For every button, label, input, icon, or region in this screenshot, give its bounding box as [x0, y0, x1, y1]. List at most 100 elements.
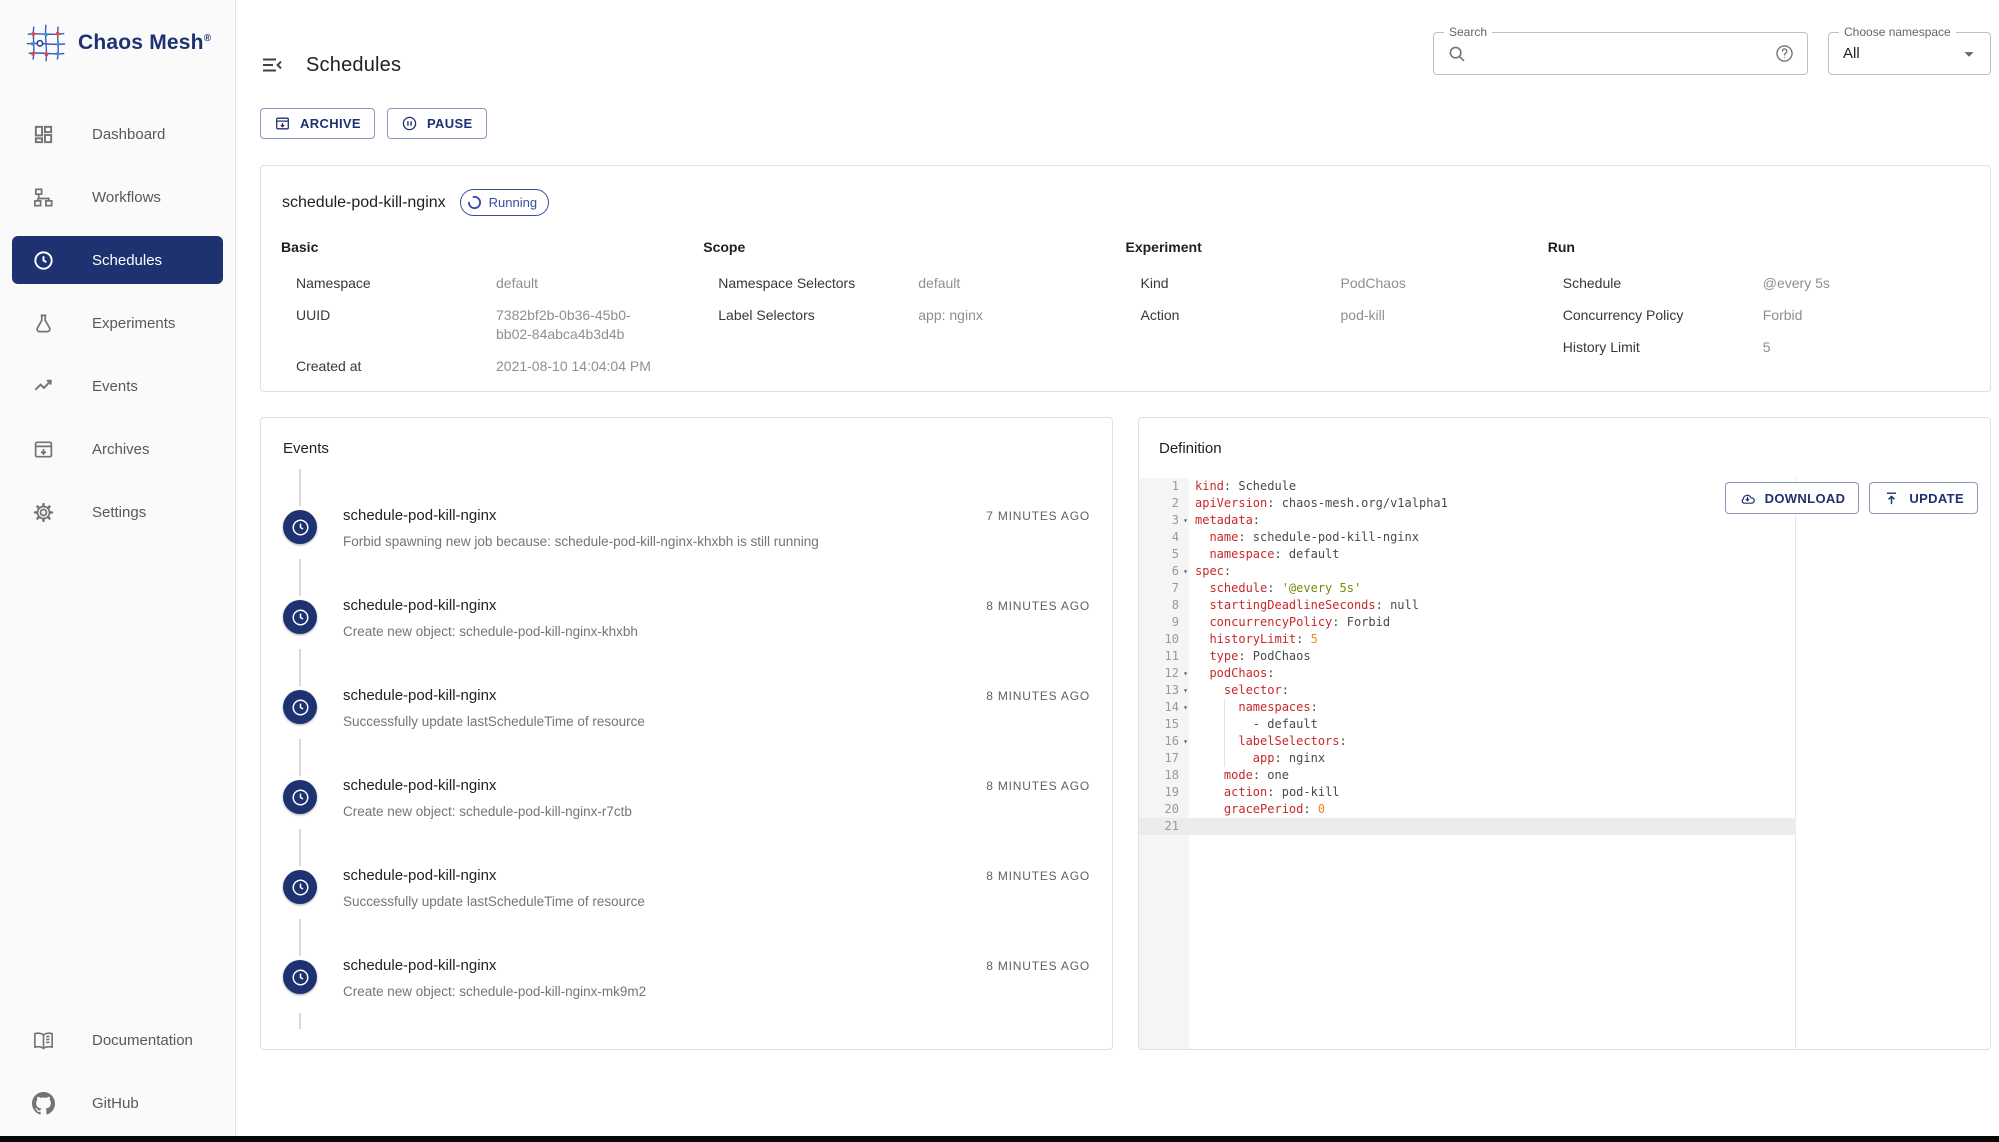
- code-line-21: 21: [1139, 818, 1990, 835]
- event-time: 8 MINUTES AGO: [986, 959, 1090, 973]
- section-title: Run: [1547, 239, 1575, 255]
- detail-label: Created at: [296, 358, 362, 374]
- page-title: Schedules: [306, 54, 402, 77]
- code-line-18: 18 mode: one: [1139, 767, 1990, 784]
- sidebar-item-github[interactable]: GitHub: [12, 1079, 223, 1127]
- brand-logo[interactable]: Chaos Mesh®: [0, 0, 235, 66]
- definition-panel: Definition DOWNLOAD UPDATE 1 kind: Sched…: [1138, 417, 1991, 1050]
- namespace-select[interactable]: Choose namespace All: [1828, 25, 1991, 75]
- sidebar: Chaos Mesh® Dashboard Workflows Schedule…: [0, 0, 236, 1136]
- fold-arrow-icon[interactable]: ▾: [1183, 666, 1188, 681]
- sidebar-item-dashboard[interactable]: Dashboard: [12, 110, 223, 158]
- line-number: 14 ▾: [1164, 700, 1188, 715]
- events-timeline: schedule-pod-kill-nginx Forbid spawning …: [283, 469, 1090, 1029]
- help-icon[interactable]: [1774, 43, 1795, 64]
- code-text: gracePeriod: 0: [1223, 802, 1326, 816]
- code-text: startingDeadlineSeconds: null: [1209, 598, 1419, 612]
- code-text: selector:: [1223, 683, 1289, 697]
- sidebar-item-settings[interactable]: Settings: [12, 488, 223, 536]
- line-number: 6 ▾: [1171, 564, 1188, 579]
- detail-label: UUID: [296, 307, 331, 323]
- event-avatar: [283, 510, 317, 544]
- dashboard-icon: [34, 125, 52, 143]
- detail-row: Kind PodChaos: [1126, 274, 1548, 293]
- update-button[interactable]: UPDATE: [1869, 482, 1978, 514]
- schedule-section: Basic Namespace default UUID 7382bf2b-0b…: [281, 239, 703, 389]
- detail-label: Label Selectors: [718, 307, 815, 323]
- code-line-16: 16 ▾ labelSelectors:: [1139, 733, 1990, 750]
- search-field-label: Search: [1444, 25, 1493, 39]
- pause-button[interactable]: PAUSE: [386, 108, 487, 139]
- topbar: Schedules Search Choose namespace All: [260, 0, 1991, 76]
- search-input[interactable]: [1474, 38, 1774, 69]
- code-line-5: 5 namespace: default: [1139, 546, 1990, 563]
- schedule-section: Experiment Kind PodChaos Action pod-kill: [1126, 239, 1548, 389]
- sidebar-item-archives[interactable]: Archives: [12, 425, 223, 473]
- event-message: Successfully update lastScheduleTime of …: [343, 894, 645, 909]
- clock-icon: [291, 698, 309, 716]
- workflows-icon: [33, 187, 53, 207]
- archive-icon: [34, 440, 52, 458]
- sidebar-footer-nav: Documentation GitHub: [0, 972, 235, 1136]
- code-text: namespaces:: [1189, 699, 1318, 716]
- detail-row: Namespace Selectors default: [703, 274, 1125, 293]
- code-line-13: 13 ▾ selector:: [1139, 682, 1990, 699]
- menu-open-icon[interactable]: [260, 53, 284, 77]
- code-text: - default: [1195, 716, 1318, 733]
- event-time: 8 MINUTES AGO: [986, 779, 1090, 793]
- code-text: historyLimit: 5: [1209, 632, 1318, 646]
- code-line-20: 20 gracePeriod: 0: [1139, 801, 1990, 818]
- clock-icon: [291, 878, 309, 896]
- clock-icon: [291, 518, 309, 536]
- line-number: 17: [1164, 751, 1179, 765]
- line-number: 19: [1164, 785, 1179, 799]
- detail-row: History Limit 5: [1548, 338, 1970, 357]
- sidebar-item-schedules[interactable]: Schedules: [12, 236, 223, 284]
- clock-icon: [291, 968, 309, 986]
- event-item: schedule-pod-kill-nginx Successfully upd…: [283, 829, 1090, 919]
- detail-row: Namespace default: [281, 274, 703, 293]
- line-number: 4: [1171, 530, 1179, 544]
- detail-value: app: nginx: [918, 307, 983, 323]
- line-number: 21: [1164, 819, 1179, 833]
- yaml-editor[interactable]: 1 kind: Schedule 2 apiVersion: chaos-mesh.o…: [1139, 478, 1990, 1049]
- timeline-connector: [299, 739, 301, 776]
- sidebar-item-events[interactable]: Events: [12, 362, 223, 410]
- detail-value: @every 5s: [1762, 275, 1830, 291]
- section-title: Basic: [281, 239, 319, 255]
- code-text: mode: one: [1223, 768, 1289, 782]
- sidebar-item-experiments[interactable]: Experiments: [12, 299, 223, 347]
- event-avatar: [283, 870, 317, 904]
- code-line-17: 17 app: nginx: [1139, 750, 1990, 767]
- code-text: namespace: default: [1209, 547, 1340, 561]
- detail-label: Namespace Selectors: [718, 275, 856, 291]
- line-number: 7: [1171, 581, 1179, 595]
- fold-arrow-icon[interactable]: ▾: [1183, 683, 1188, 698]
- event-avatar: [283, 600, 317, 634]
- fold-arrow-icon[interactable]: ▾: [1183, 513, 1188, 528]
- fold-arrow-icon[interactable]: ▾: [1183, 564, 1188, 579]
- code-text: apiVersion: chaos-mesh.org/v1alpha1: [1195, 496, 1448, 510]
- timeline-connector: [299, 1013, 301, 1029]
- detail-label: Namespace: [296, 275, 371, 291]
- event-name: schedule-pod-kill-nginx: [343, 867, 497, 884]
- code-line-11: 11 type: PodChaos: [1139, 648, 1990, 665]
- event-item: schedule-pod-kill-nginx Create new objec…: [283, 559, 1090, 649]
- search-field[interactable]: Search: [1433, 25, 1808, 75]
- archive-icon: [276, 117, 289, 130]
- sidebar-nav: Dashboard Workflows Schedules Experiment…: [0, 66, 235, 551]
- fold-arrow-icon[interactable]: ▾: [1183, 734, 1188, 749]
- event-avatar: [283, 690, 317, 724]
- timeline-connector: [299, 919, 301, 956]
- line-number: 2: [1171, 496, 1179, 510]
- status-badge: Running: [459, 189, 550, 216]
- sidebar-item-workflows[interactable]: Workflows: [12, 173, 223, 221]
- detail-label: History Limit: [1562, 339, 1640, 355]
- detail-row: Action pod-kill: [1126, 306, 1548, 325]
- event-item: schedule-pod-kill-nginx Create new objec…: [283, 739, 1090, 829]
- archive-button[interactable]: ARCHIVE: [260, 108, 375, 139]
- download-button[interactable]: DOWNLOAD: [1724, 482, 1860, 514]
- fold-arrow-icon[interactable]: ▾: [1183, 700, 1188, 715]
- sidebar-item-documentation[interactable]: Documentation: [12, 1016, 223, 1064]
- timeline-connector: [299, 559, 301, 596]
